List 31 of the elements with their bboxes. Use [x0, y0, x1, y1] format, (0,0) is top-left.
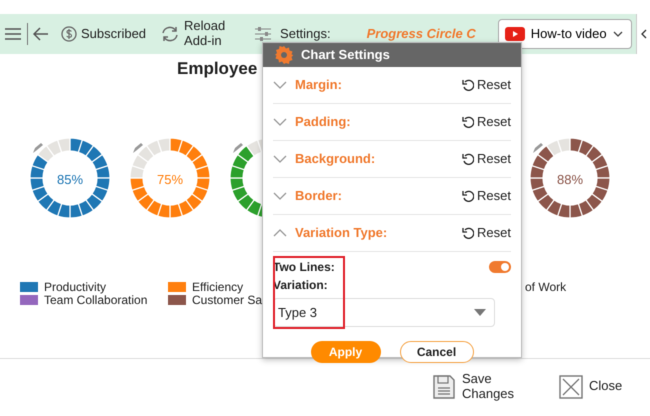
- legend-label: Productivity: [44, 280, 106, 294]
- chart-title: Employee: [177, 59, 258, 80]
- percent-label: 85%: [56, 170, 84, 188]
- section-label: Variation Type:: [295, 224, 388, 242]
- variation-label: Variation:: [273, 277, 329, 294]
- section-label: Background:: [295, 150, 376, 168]
- settings-label: Settings:: [280, 26, 331, 42]
- legend-label: of Work: [525, 280, 566, 294]
- cancel-button[interactable]: Cancel: [400, 341, 474, 363]
- section-label: Border:: [295, 187, 342, 206]
- reset-button[interactable]: Reset: [462, 112, 511, 132]
- close-label: Close: [589, 379, 622, 394]
- percent-label: 75%: [156, 170, 184, 188]
- reset-button[interactable]: Reset: [462, 149, 511, 169]
- section-label: Margin:: [295, 76, 342, 94]
- legend-label: Efficiency: [192, 280, 244, 294]
- legend-label: Team Collaboration: [44, 294, 148, 306]
- legend-label: Customer Sa: [192, 294, 262, 306]
- two-lines-label: Two Lines:: [273, 259, 335, 276]
- reset-button[interactable]: Reset: [462, 186, 511, 206]
- chart-name: Progress Circle C: [366, 25, 476, 44]
- how-to-video-button[interactable]: How-to video: [498, 19, 632, 49]
- dialog-title: Chart Settings: [301, 46, 390, 64]
- reset-button[interactable]: Reset: [462, 223, 511, 243]
- reload-add-in-label: Reload Add-in: [184, 19, 226, 49]
- variation-select[interactable]: Type 3: [273, 298, 495, 327]
- reset-button[interactable]: Reset: [462, 75, 511, 95]
- section-label: Padding:: [295, 113, 351, 132]
- percent-label: 88%: [556, 170, 584, 188]
- subscribed-label: Subscribed: [81, 26, 146, 42]
- save-changes-label: Save Changes: [462, 372, 516, 401]
